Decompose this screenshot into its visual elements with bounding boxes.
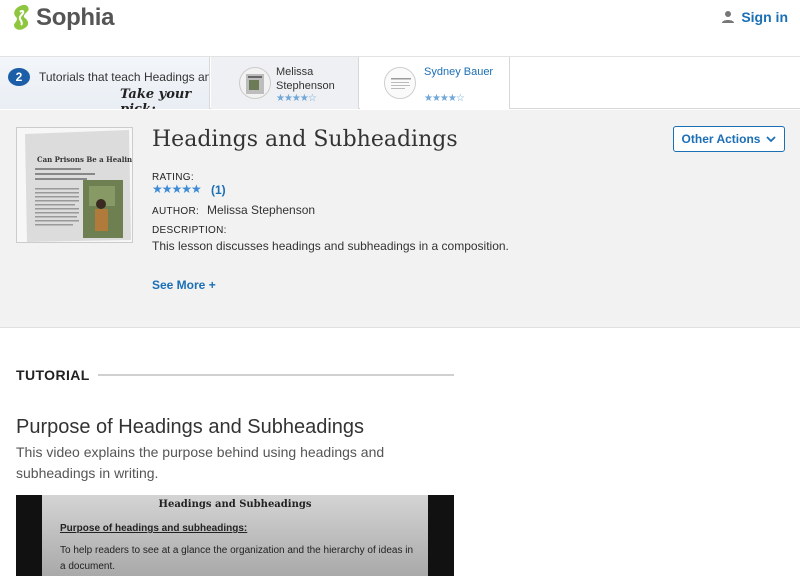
video-frame: Headings and Subheadings Purpose of head… <box>42 495 428 576</box>
other-actions-button[interactable]: Other Actions <box>673 126 785 152</box>
tutorial-thumbnail <box>384 67 416 99</box>
sign-in-button[interactable]: Sign in <box>721 9 788 25</box>
take-your-pick-label: Take your pick: <box>120 87 192 109</box>
video-player[interactable]: Headings and Subheadings Purpose of head… <box>16 495 454 576</box>
tutorial-rating-stars: ★★★★☆ <box>424 93 465 104</box>
chevron-down-icon <box>766 136 777 143</box>
video-page-title: Headings and Subheadings <box>158 499 312 510</box>
tutorial-count-badge: 2 <box>8 68 30 86</box>
author-name: Melissa Stephenson <box>207 203 316 217</box>
tutorial-rating-stars: ★★★★☆ <box>276 93 317 104</box>
tutorial-thumbnail <box>239 67 271 99</box>
lesson-title: Headings and Subheadings <box>152 127 458 152</box>
section-divider <box>97 374 454 376</box>
lesson-description: This lesson discusses headings and subhe… <box>152 239 509 253</box>
tutorial-card-sydney[interactable]: Sydney Bauer ★★★★☆ <box>360 57 510 109</box>
tutorial-strip: 2 Tutorials that teach Headings and Subh… <box>0 57 800 109</box>
strip-intro: 2 Tutorials that teach Headings and Subh… <box>0 57 210 109</box>
rating-stars[interactable]: ★★★★★ <box>152 182 202 196</box>
video-subheading: Purpose of headings and subheadings: <box>60 523 248 534</box>
brand-name: Sophia <box>36 4 115 31</box>
sign-in-label: Sign in <box>741 9 788 25</box>
tutorial-description: This video explains the purpose behind u… <box>16 444 385 481</box>
author-label: AUTHOR: <box>152 206 200 217</box>
user-icon <box>722 11 735 23</box>
sophia-logo-icon <box>14 4 29 30</box>
tutorial-title: Purpose of Headings and Subheadings <box>16 416 365 438</box>
lesson-header: Can Prisons Be a Healing Place? Headings… <box>0 110 800 328</box>
rating-count[interactable]: (1) <box>211 183 226 197</box>
sophia-logo[interactable]: Sophia <box>10 4 115 32</box>
description-label: DESCRIPTION: <box>152 225 227 236</box>
other-actions-label: Other Actions <box>681 132 761 146</box>
tutorial-author-name: Melissa Stephenson <box>276 66 335 92</box>
top-bar: Sophia Sign in <box>0 0 800 57</box>
cover-title: Can Prisons Be a Healing Place? <box>37 155 133 164</box>
tutorial-card-melissa[interactable]: Melissa Stephenson ★★★★☆ <box>211 57 359 109</box>
video-body-text: To help readers to see at a glance the o… <box>60 545 414 572</box>
strip-intro-text: Tutorials that teach Headings and Subhea… <box>39 70 209 84</box>
tutorial-author-name: Sydney Bauer <box>424 66 494 78</box>
tutorial-section-label: TUTORIAL <box>16 367 90 383</box>
lesson-cover-image: Can Prisons Be a Healing Place? <box>16 127 133 243</box>
tutorial-section-header: TUTORIAL <box>16 367 454 383</box>
see-more-link[interactable]: See More + <box>152 278 216 292</box>
